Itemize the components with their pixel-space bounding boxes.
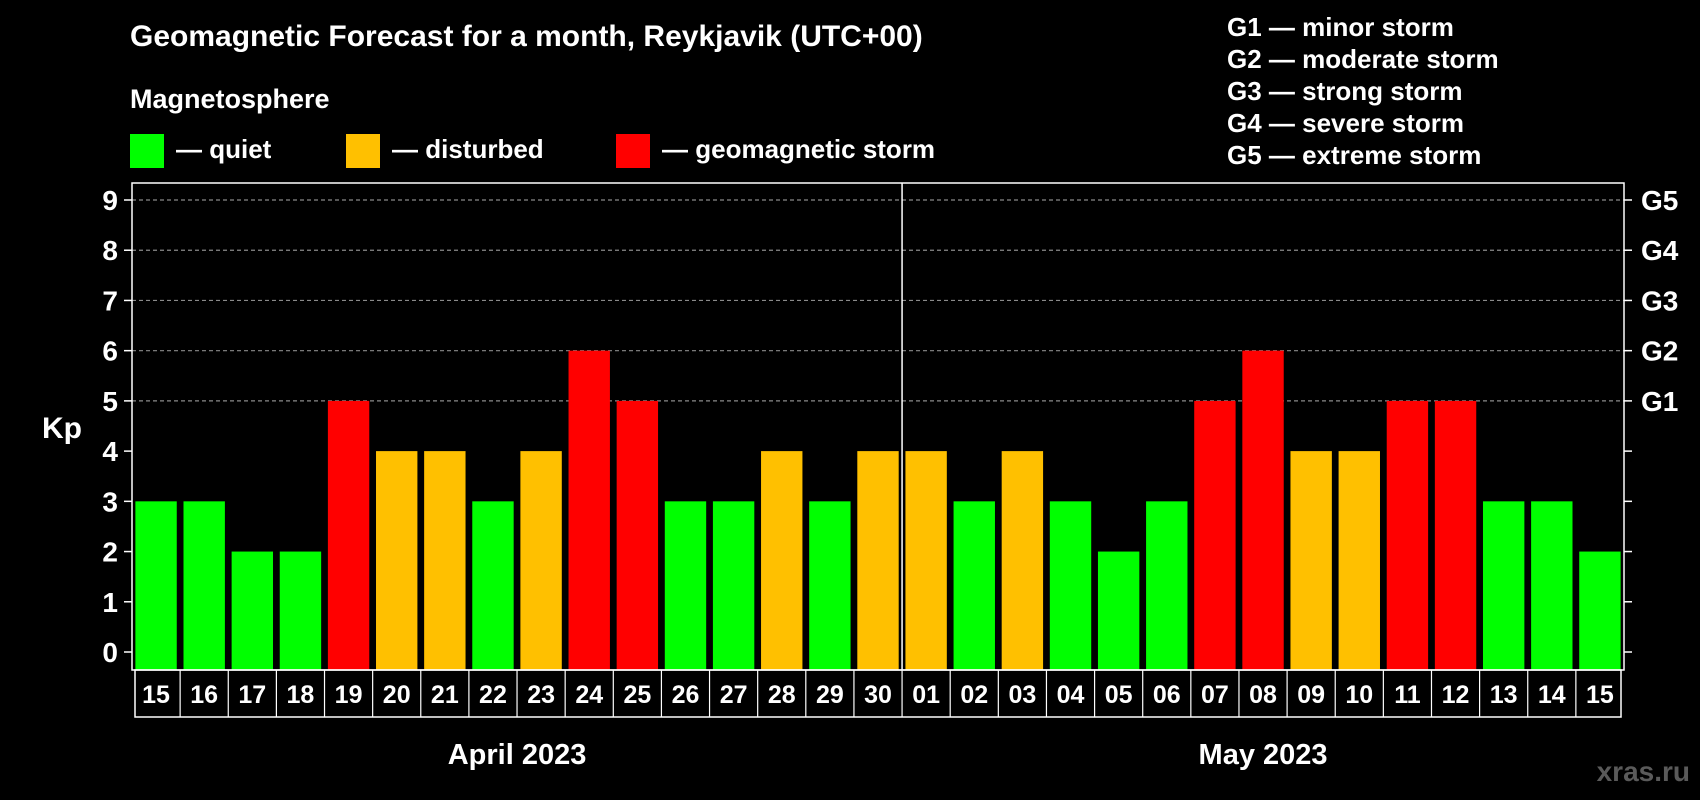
bar-09 — [1290, 451, 1332, 670]
date-label-13: 28 — [768, 681, 796, 709]
bar-12 — [1434, 400, 1477, 670]
bar-17 — [231, 551, 274, 670]
bar-16 — [183, 501, 225, 670]
date-label-15: 30 — [864, 681, 892, 709]
bar-14 — [1531, 501, 1573, 670]
bar-18 — [279, 551, 322, 670]
bar-26 — [664, 501, 707, 670]
month-label-1: May 2023 — [1199, 739, 1328, 771]
date-label-21: 06 — [1153, 681, 1181, 709]
date-label-14: 29 — [816, 681, 844, 709]
bar-23 — [520, 451, 562, 670]
bar-06 — [1146, 501, 1188, 670]
date-label-27: 12 — [1442, 681, 1470, 709]
date-label-24: 09 — [1297, 681, 1325, 709]
right-axis-label-g1: G1 — [1641, 386, 1678, 417]
date-label-3: 18 — [287, 681, 315, 709]
bar-25 — [616, 400, 659, 670]
y-tick-label: 2 — [102, 537, 118, 568]
date-label-9: 24 — [575, 681, 603, 709]
bar-04 — [1049, 501, 1092, 670]
bar-20 — [376, 451, 418, 670]
right-axis-label-g2: G2 — [1641, 336, 1678, 367]
month-label-0: April 2023 — [448, 739, 587, 771]
date-label-11: 26 — [672, 681, 700, 709]
bar-27 — [712, 501, 755, 670]
date-label-5: 20 — [383, 681, 411, 709]
bar-01 — [905, 451, 947, 670]
bar-19 — [327, 400, 370, 670]
date-label-19: 04 — [1057, 681, 1085, 709]
bar-03 — [1001, 451, 1044, 670]
date-label-30: 15 — [1586, 681, 1614, 709]
date-label-10: 25 — [623, 681, 651, 709]
date-label-16: 01 — [912, 681, 940, 709]
y-tick-label: 6 — [102, 336, 118, 367]
date-label-25: 10 — [1345, 681, 1373, 709]
bar-15 — [1579, 551, 1621, 670]
bar-30 — [857, 451, 899, 670]
y-tick-label: 8 — [102, 235, 118, 266]
date-label-26: 11 — [1394, 681, 1421, 709]
date-label-2: 17 — [238, 681, 266, 709]
date-label-23: 08 — [1249, 681, 1277, 709]
y-tick-label: 1 — [102, 587, 118, 618]
bar-07 — [1194, 400, 1236, 670]
date-label-7: 22 — [479, 681, 507, 709]
bar-02 — [953, 501, 995, 670]
date-label-29: 14 — [1538, 681, 1566, 709]
date-label-4: 19 — [335, 681, 363, 709]
bar-05 — [1097, 551, 1140, 670]
y-tick-label: 3 — [102, 486, 118, 517]
y-axis-label: Kp — [42, 412, 82, 445]
right-axis-label-g5: G5 — [1641, 185, 1678, 216]
watermark: xras.ru — [1596, 756, 1690, 787]
y-tick-label: 7 — [102, 285, 118, 316]
date-label-12: 27 — [720, 681, 748, 709]
kp-bar-chart: 0123456789G1G2G3G4G5Kp15 16 17 18 19 20 21 22 23… — [42, 182, 1679, 771]
bar-11 — [1386, 400, 1429, 670]
bar-13 — [1482, 501, 1525, 670]
right-axis-label-g4: G4 — [1641, 235, 1679, 266]
date-label-17: 02 — [960, 681, 988, 709]
bar-29 — [809, 501, 851, 670]
y-tick-label: 4 — [102, 436, 118, 467]
y-tick-label: 5 — [102, 386, 118, 417]
bar-24 — [568, 350, 610, 670]
y-tick-label: 0 — [102, 637, 118, 668]
right-axis-label-g3: G3 — [1641, 285, 1678, 316]
date-label-0: 15 — [142, 681, 170, 709]
bar-21 — [424, 451, 466, 670]
date-label-18: 03 — [1008, 681, 1036, 709]
date-label-20: 05 — [1105, 681, 1133, 709]
bar-08 — [1242, 350, 1284, 670]
y-tick-label: 9 — [102, 185, 118, 216]
bar-28 — [761, 451, 803, 670]
date-label-6: 21 — [431, 681, 459, 709]
date-label-8: 23 — [527, 681, 555, 709]
date-label-28: 13 — [1490, 681, 1518, 709]
bar-10 — [1338, 451, 1380, 670]
bar-22 — [472, 501, 514, 670]
date-label-1: 16 — [190, 681, 218, 709]
bar-15 — [135, 501, 177, 670]
date-label-22: 07 — [1201, 681, 1229, 709]
